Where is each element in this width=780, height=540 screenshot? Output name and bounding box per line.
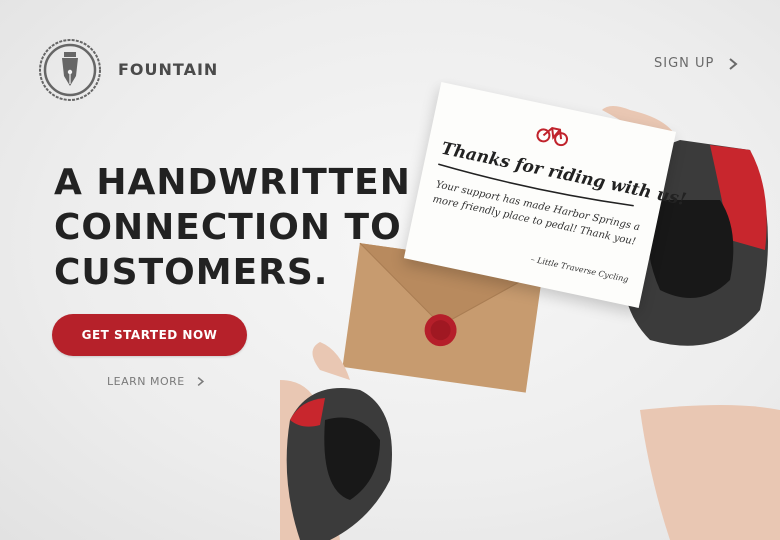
learn-more-label: LEARN MORE xyxy=(107,375,185,388)
brand-name[interactable]: FOUNTAIN xyxy=(118,60,218,79)
learn-more-link[interactable]: LEARN MORE xyxy=(107,375,206,388)
bicycle-icon xyxy=(536,126,569,147)
chevron-right-icon xyxy=(729,57,738,70)
fountain-pen-logo-icon[interactable] xyxy=(38,38,102,102)
signup-label: SIGN UP xyxy=(654,56,715,71)
left-glove xyxy=(286,388,392,540)
chevron-right-icon xyxy=(197,376,204,387)
get-started-button[interactable]: GET STARTED NOW xyxy=(52,314,247,356)
card-signature: – Little Traverse Cycling xyxy=(529,254,630,285)
signup-link[interactable]: SIGN UP xyxy=(654,56,740,71)
